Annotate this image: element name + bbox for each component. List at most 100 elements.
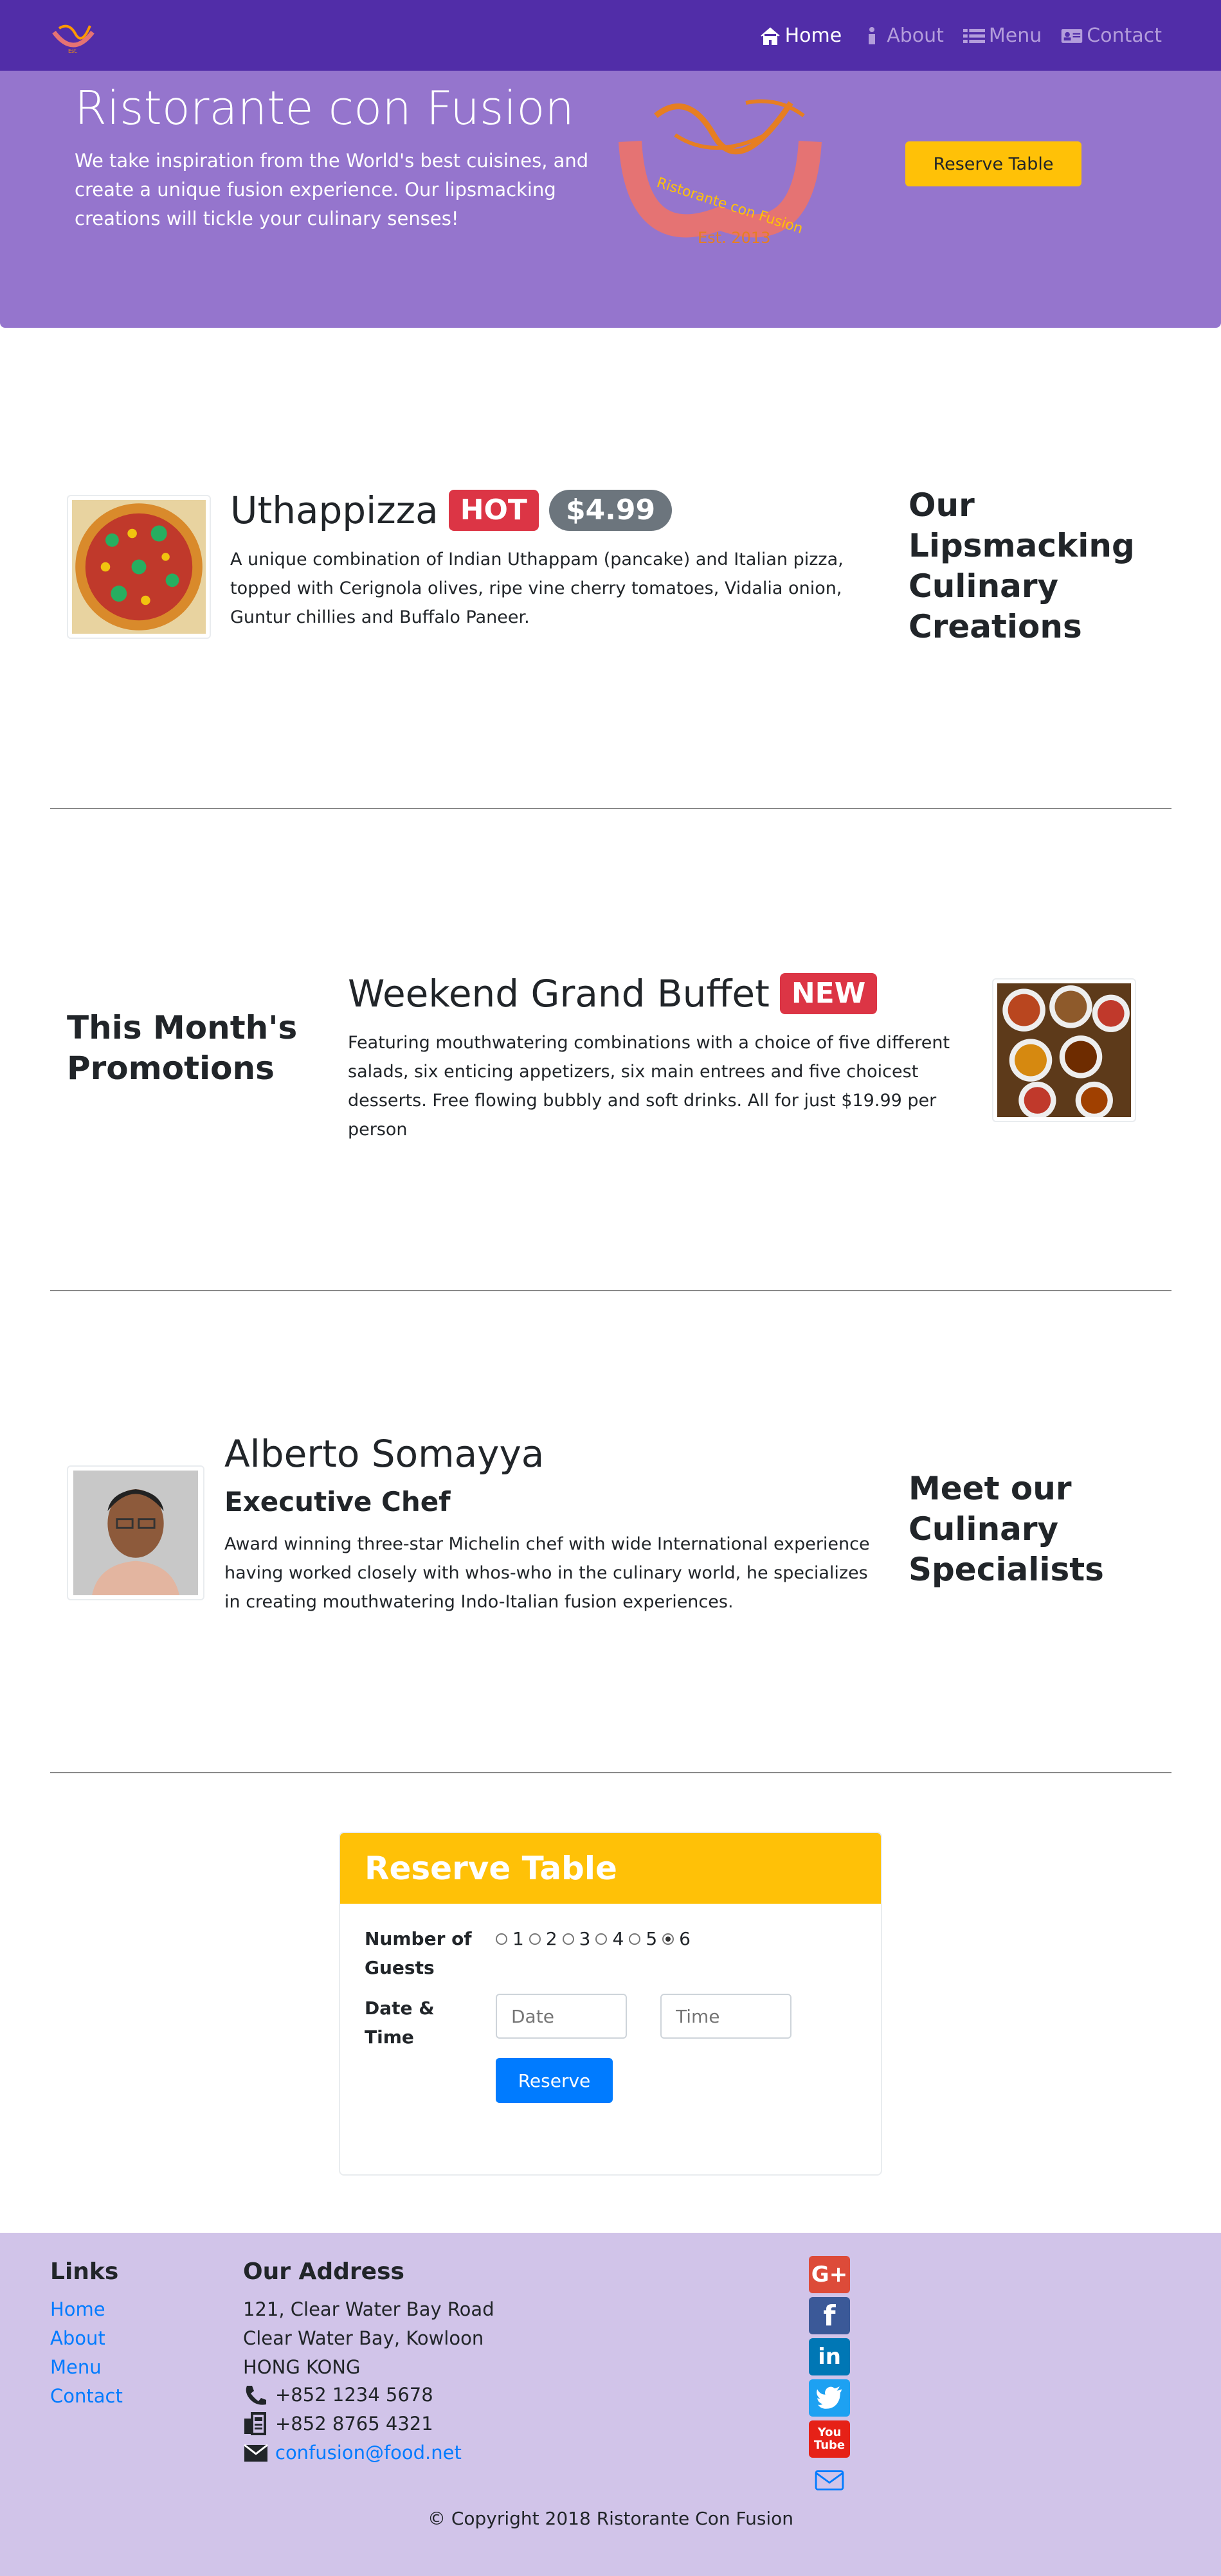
nav-menu[interactable]: Menu	[963, 24, 1042, 47]
guest-option-2[interactable]: 2	[529, 1928, 557, 1949]
guest-option-5[interactable]: 5	[629, 1928, 657, 1949]
copyright: © Copyright 2018 Ristorante Con Fusion	[427, 2508, 794, 2529]
nav-contact[interactable]: Contact	[1061, 24, 1162, 47]
jumbotron-text: We take inspiration from the World's bes…	[75, 150, 589, 229]
hot-badge: HOT	[448, 490, 539, 531]
radio-6[interactable]	[662, 1933, 674, 1945]
address-card-icon	[1062, 28, 1083, 43]
address-line: HONG KONG	[243, 2356, 361, 2378]
facebook-label: f	[823, 2299, 836, 2332]
reserve-card: Reserve Table Number of Guests 1 2 3 4 5…	[339, 1832, 882, 2176]
footer-address-heading: Our Address	[243, 2258, 404, 2285]
reserve-card-title: Reserve Table	[365, 1850, 617, 1887]
jumbotron: Ristorante con Fusion We take inspiratio…	[0, 71, 1221, 328]
fax-number: +852 8765 4321	[275, 2413, 433, 2435]
pizza-icon	[72, 500, 206, 634]
facebook-icon[interactable]: f	[809, 2297, 850, 2334]
fax-icon	[244, 2412, 266, 2435]
reserve-card-header: Reserve Table	[340, 1833, 881, 1904]
leader-image	[67, 1465, 204, 1600]
guest-option-3[interactable]: 3	[562, 1928, 591, 1949]
linkedin-label: in	[818, 2344, 841, 2370]
footer-link-home[interactable]: Home	[50, 2298, 105, 2320]
reserve-table-button[interactable]: Reserve Table	[905, 141, 1081, 186]
guest-option-label: 2	[545, 1928, 557, 1949]
price-badge: $4.99	[548, 490, 673, 531]
phone-icon	[246, 2386, 266, 2405]
envelope-outline-icon	[815, 2470, 844, 2491]
address-line: 121, Clear Water Bay Road	[243, 2298, 494, 2320]
radio-5[interactable]	[629, 1933, 641, 1945]
guests-radio-group: 1 2 3 4 5 6	[496, 1928, 691, 1949]
linkedin-icon[interactable]: in	[809, 2338, 850, 2375]
info-icon	[869, 26, 876, 44]
nav-about-label: About	[887, 24, 944, 47]
youtube-label-top: You	[817, 2426, 842, 2439]
dish-heading: Uthappizza HOT $4.99	[230, 488, 673, 532]
address-line: Clear Water Bay, Kowloon	[243, 2327, 484, 2349]
footer-link-about[interactable]: About	[50, 2327, 105, 2349]
nav-menu-label: Menu	[988, 24, 1042, 47]
divider	[50, 1290, 1171, 1291]
guest-option-label: 3	[579, 1928, 591, 1949]
youtube-icon[interactable]: You Tube	[809, 2420, 850, 2458]
email-line: confusion@food.net	[243, 2441, 462, 2464]
dish-description: A unique combination of Indian Uthappam …	[230, 550, 844, 627]
svg-text:Est.: Est.	[68, 48, 78, 54]
twitter-icon[interactable]	[809, 2379, 850, 2417]
leader-side-heading: Meet our Culinary Specialists	[909, 1470, 1104, 1588]
twitter-bird-icon	[817, 2386, 842, 2409]
guest-option-1[interactable]: 1	[496, 1928, 524, 1949]
jumbotron-title: Ristorante con Fusion	[75, 81, 575, 135]
navbar: Est. Home About Menu Contact	[0, 0, 1221, 71]
footer-link-menu[interactable]: Menu	[50, 2356, 102, 2378]
reserve-submit-button[interactable]: Reserve	[496, 2058, 613, 2103]
leader-designation: Executive Chef	[224, 1486, 451, 1517]
radio-3[interactable]	[562, 1933, 574, 1945]
radio-4[interactable]	[595, 1933, 608, 1945]
footer-link-contact[interactable]: Contact	[50, 2385, 123, 2407]
date-input[interactable]	[496, 1994, 627, 2039]
promotion-name: Weekend Grand Buffet	[348, 972, 770, 1015]
list-icon	[963, 28, 985, 43]
nav-about[interactable]: About	[861, 24, 944, 47]
guest-option-4[interactable]: 4	[595, 1928, 624, 1949]
dish-name: Uthappizza	[230, 488, 439, 532]
footer-links-heading: Links	[50, 2258, 119, 2285]
radio-2[interactable]	[529, 1933, 541, 1945]
envelope-icon	[244, 2444, 268, 2462]
restaurant-logo: Ristorante con Fusion Est. 2013	[619, 99, 822, 244]
divider	[50, 808, 1171, 809]
home-icon	[760, 27, 780, 45]
nav-home-label: Home	[784, 24, 842, 47]
promotion-image	[992, 978, 1136, 1122]
nav-home[interactable]: Home	[759, 24, 842, 47]
phone-number: +852 1234 5678	[275, 2384, 433, 2406]
guest-option-label: 6	[679, 1928, 691, 1949]
leader-description: Award winning three-star Michelin chef w…	[224, 1534, 870, 1612]
chef-photo	[73, 1471, 198, 1595]
guest-option-label: 1	[512, 1928, 524, 1949]
datetime-label: Date & Time	[365, 1998, 435, 2048]
leader-name: Alberto Somayya	[224, 1432, 545, 1476]
guest-option-label: 5	[646, 1928, 658, 1949]
ristorante-logo[interactable]: Est.	[50, 19, 96, 55]
promotion-side-heading: This Month's Promotions	[67, 1009, 298, 1087]
guest-option-label: 4	[612, 1928, 624, 1949]
buffet-icon	[997, 983, 1131, 1117]
google-plus-label: G+	[811, 2262, 848, 2287]
google-plus-icon[interactable]: G+	[809, 2256, 850, 2293]
time-input[interactable]	[660, 1994, 791, 2039]
divider	[50, 1772, 1171, 1773]
mail-icon[interactable]	[809, 2462, 850, 2499]
promotion-heading: Weekend Grand Buffet NEW	[348, 972, 878, 1015]
phone-line: +852 1234 5678	[243, 2383, 433, 2406]
nav-contact-label: Contact	[1087, 24, 1162, 47]
dish-image	[67, 495, 211, 639]
promotion-description: Featuring mouthwatering combinations wit…	[348, 1033, 950, 1140]
new-badge: NEW	[779, 973, 878, 1014]
guest-option-6[interactable]: 6	[662, 1928, 691, 1949]
email-link[interactable]: confusion@food.net	[275, 2442, 462, 2464]
fax-line: +852 8765 4321	[243, 2412, 433, 2435]
radio-1[interactable]	[496, 1933, 507, 1945]
